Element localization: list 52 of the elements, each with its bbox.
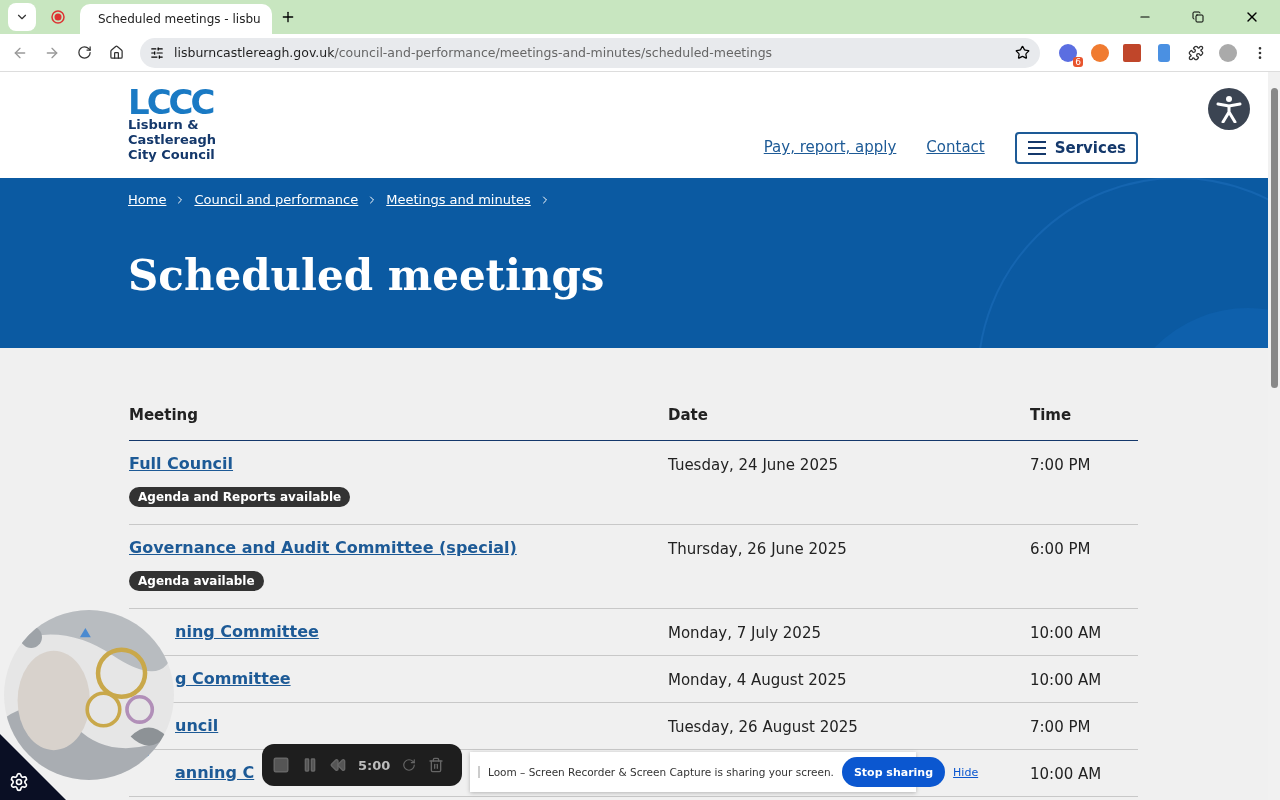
time-text: 10:00 AM — [1030, 671, 1102, 689]
status-badge: Agenda and Reports available — [129, 487, 351, 507]
time-text: 7:00 PM — [1030, 456, 1091, 474]
accessibility-button[interactable] — [1208, 88, 1250, 130]
date-text: Monday, 4 August 2025 — [668, 671, 847, 689]
column-header: Meeting — [129, 406, 199, 424]
nav-link[interactable]: Contact — [926, 138, 985, 156]
time-text: 10:00 AM — [1030, 624, 1102, 642]
time-text: 10:00 AM — [1030, 765, 1102, 783]
stop-icon[interactable] — [272, 756, 290, 774]
new-tab-icon[interactable] — [280, 9, 296, 25]
nav-link[interactable]: Pay, report, apply — [763, 138, 897, 156]
stop-sharing-button[interactable]: Stop sharing — [841, 757, 946, 787]
breadcrumb-link[interactable]: Home — [128, 192, 167, 207]
extension-badge: 6 — [1073, 56, 1083, 67]
address-bar[interactable]: lisburncastlereagh.gov.uk/council-and-performance/meetings-and-minutes/scheduled-meetings — [140, 37, 1040, 68]
pause-icon[interactable] — [302, 757, 318, 773]
date-text: Thursday, 26 June 2025 — [668, 540, 847, 558]
breadcrumb-link[interactable]: Meetings and minutes — [386, 192, 531, 207]
drag-handle[interactable] — [478, 766, 480, 778]
date-text: Tuesday, 24 June 2025 — [668, 456, 839, 474]
browser-tab[interactable]: Scheduled meetings - lisbu — [80, 4, 272, 34]
tab-title: Scheduled meetings - lisbu — [98, 12, 261, 26]
timer-text: 5:00 — [358, 757, 391, 773]
services-button[interactable]: Services — [1014, 132, 1138, 164]
hide-link[interactable]: Hide — [953, 765, 979, 779]
time-text: 7:00 PM — [1030, 718, 1091, 736]
sharing-message: Loom – Screen Recorder & Screen Capture is sharing your screen. — [488, 766, 834, 778]
site-logo[interactable]: LCCC Lisburn & Castlereagh City Council — [128, 87, 217, 162]
settings-icon[interactable] — [9, 772, 29, 792]
meeting-link[interactable]: Full Council — [129, 454, 234, 473]
date-text: Tuesday, 26 August 2025 — [668, 718, 858, 736]
meeting-link[interactable]: ning Committee — [175, 622, 319, 641]
meeting-link[interactable]: g Committee — [175, 669, 291, 688]
meeting-link[interactable]: Governance and Audit Committee (special) — [129, 538, 517, 557]
site-info-icon[interactable] — [150, 45, 164, 60]
rewind-icon[interactable] — [330, 757, 346, 773]
time-text: 6:00 PM — [1030, 540, 1091, 558]
url-text: lisburncastlereagh.gov.uk/council-and-performance/meetings-and-minutes/scheduled-meetings — [174, 45, 774, 60]
meeting-link[interactable]: anning C — [175, 763, 255, 782]
date-text: Monday, 7 July 2025 — [668, 624, 821, 642]
bookmark-star-icon[interactable] — [1015, 45, 1030, 60]
delete-icon[interactable] — [428, 757, 445, 773]
restart-icon[interactable] — [402, 758, 417, 772]
meeting-link[interactable]: uncil — [175, 716, 219, 735]
column-header: Date — [668, 406, 709, 424]
breadcrumb-link[interactable]: Council and performance — [194, 192, 359, 207]
menu-icon — [1026, 140, 1047, 156]
status-badge: Agenda available — [129, 571, 264, 591]
restore-icon[interactable] — [1192, 11, 1204, 23]
column-header: Time — [1030, 406, 1073, 424]
page-title: Scheduled meetings — [128, 251, 606, 300]
